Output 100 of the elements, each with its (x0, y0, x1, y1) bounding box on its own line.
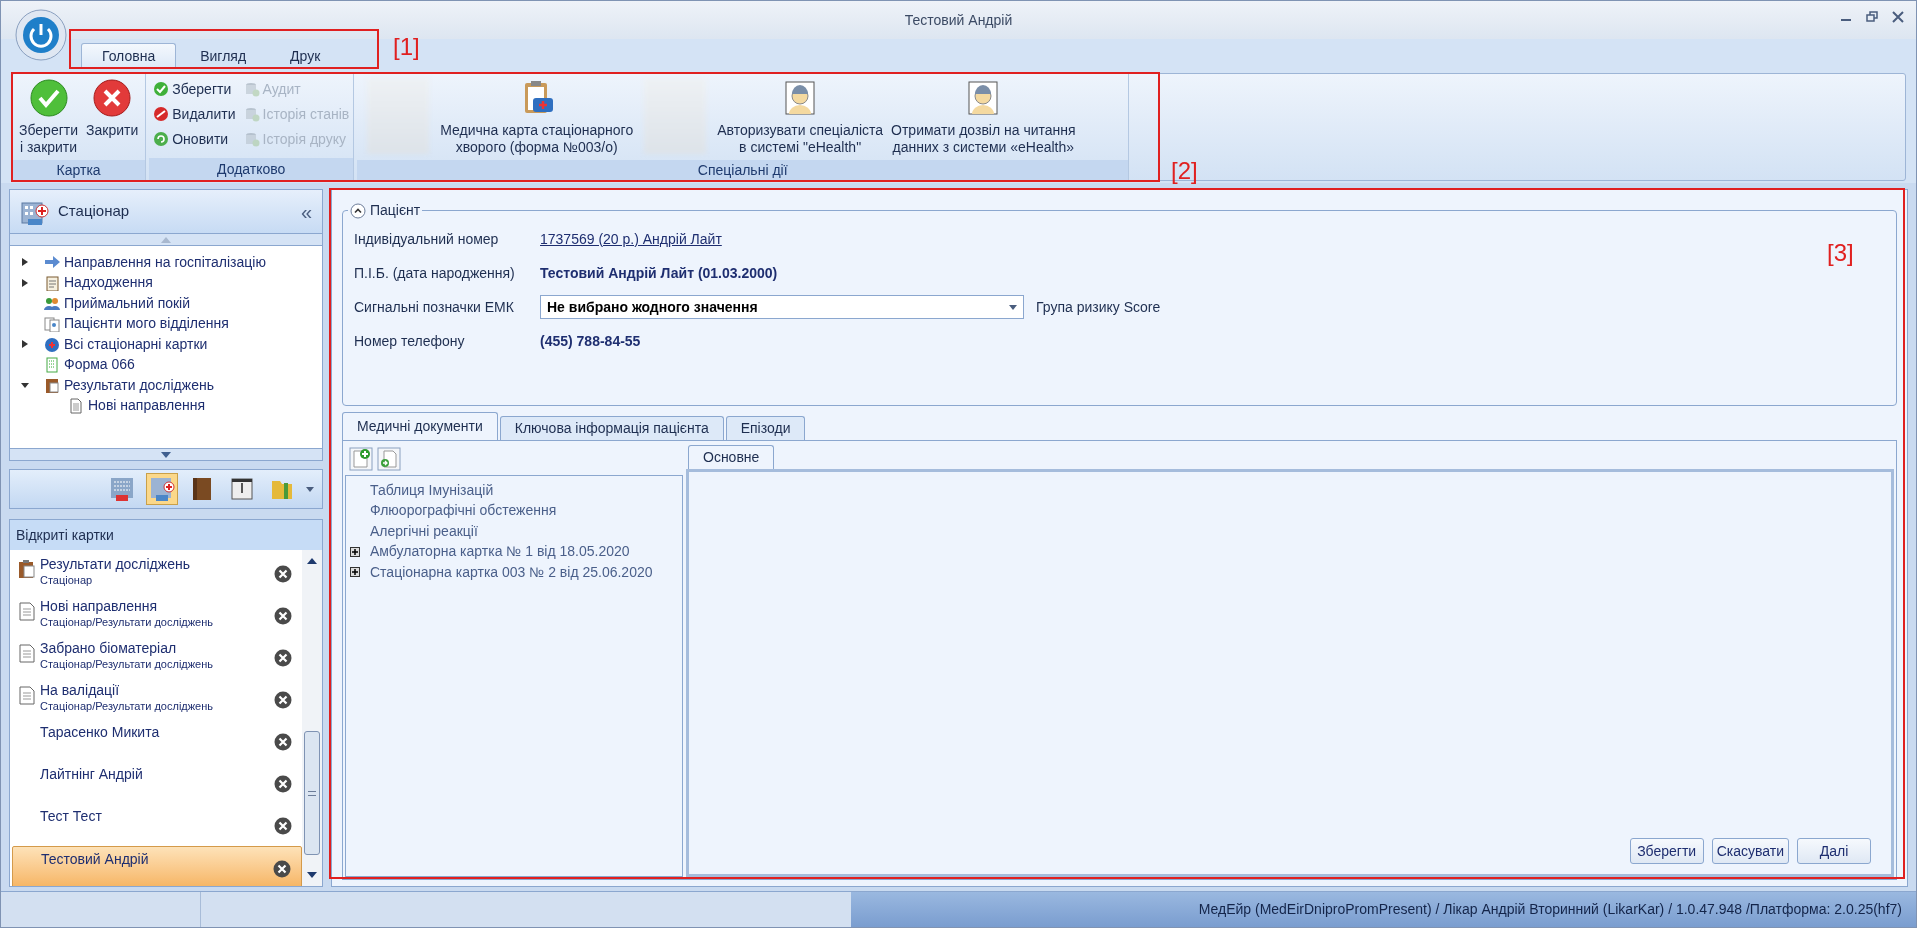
card-title: Тарасенко Микита (40, 723, 161, 741)
field-label: Номер телефону (354, 331, 466, 351)
tree-item[interactable]: Приймальний покій (64, 292, 191, 314)
open-card-item[interactable]: Результати досліджень Стаціонар (12, 552, 302, 594)
scrollbar[interactable] (302, 550, 322, 886)
open-card-item[interactable]: Нові направлення Стаціонар/Результати досліджень (12, 594, 302, 636)
tree-item[interactable]: Таблиця Імунізацій (370, 479, 494, 501)
tree-item[interactable]: Результати досліджень (64, 374, 214, 396)
ribbon-button[interactable]: Зберегти (153, 78, 236, 100)
expander-icon[interactable] (20, 339, 30, 349)
close-icon[interactable] (274, 607, 292, 625)
building-icon (108, 475, 136, 503)
annotation-label: [3] (1827, 241, 1854, 265)
open-card-item[interactable]: Тарасенко Микита (12, 720, 302, 762)
tab[interactable]: Медичні документи (342, 412, 498, 440)
arrow-icon (44, 254, 60, 270)
ribbon-button[interactable]: Авторизувати спеціаліста в системі "eHealth" (714, 78, 887, 160)
scroll-down-icon[interactable] (307, 872, 317, 878)
check-icon (153, 81, 170, 97)
documents-icon (44, 315, 60, 332)
close-icon[interactable] (273, 860, 291, 878)
expander-icon[interactable] (20, 257, 30, 267)
card-title: Лайтнінг Андрій (40, 765, 144, 783)
close-icon[interactable] (274, 817, 292, 835)
tree-item[interactable]: Всі стаціонарні картки (64, 333, 208, 355)
ribbon-tab[interactable]: Друк (270, 43, 341, 69)
card-title: Тестовий Андрій (41, 850, 150, 868)
database-icon (243, 131, 260, 147)
ribbon-button[interactable]: Зберегти і закрити (16, 78, 81, 160)
delete-icon (153, 106, 170, 122)
refresh-icon (153, 131, 170, 147)
import-document-icon[interactable] (377, 447, 401, 471)
scroll-up-icon[interactable] (307, 558, 317, 564)
dropdown-icon[interactable] (306, 486, 314, 492)
expander-icon[interactable] (20, 277, 30, 288)
ribbon-tab[interactable]: Вигляд (180, 43, 267, 69)
tab[interactable]: Ключова інформація пацієнта (499, 416, 724, 440)
ribbon-button[interactable]: Отримати дозвіл на читання данних з системи «eHealth» (888, 78, 1079, 160)
form-button[interactable]: Зберегти (1629, 838, 1704, 864)
close-icon[interactable] (274, 565, 292, 583)
card-title: Тест Тест (40, 807, 103, 825)
tree-item[interactable]: Надходження (64, 272, 153, 293)
ribbon-button[interactable]: Видалити (153, 103, 236, 125)
collapse-button[interactable]: « (300, 196, 312, 227)
tree-item[interactable]: Стаціонарна картка 003 № 2 від 25.06.2020 (370, 561, 653, 583)
check-icon (28, 78, 69, 118)
restore-icon[interactable] (1866, 11, 1878, 23)
dropdown-field[interactable]: Не вибрано жодного значення (540, 295, 1024, 319)
tree-item[interactable]: Амбулаторна картка № 1 від 18.05.2020 (370, 541, 630, 562)
open-card-item[interactable]: На валідації Стаціонар/Результати досліджень (12, 678, 302, 720)
ribbon-button[interactable]: Закрити (83, 78, 142, 160)
document-icon (18, 685, 36, 705)
card-path: Стаціонар/Результати досліджень (40, 699, 215, 713)
form-button[interactable]: Скасувати (1711, 838, 1789, 864)
open-card-item[interactable]: Забрано біоматеріал Стаціонар/Результати досліджень (12, 636, 302, 678)
patient-link[interactable]: 1737569 (20 р.) Андрій Лайт (540, 228, 722, 250)
expander-icon[interactable] (20, 380, 30, 390)
form-button[interactable]: Далі (1797, 838, 1871, 864)
card-path: Стаціонар/Результати досліджень (40, 657, 215, 671)
panel-title: Стаціонар (58, 201, 131, 222)
close-icon[interactable] (274, 649, 292, 667)
ribbon-button[interactable]: Медична карта стаціонарного хворого (форма №003/о) (437, 78, 637, 160)
tree-item[interactable]: Флюорографічні обстеження (370, 500, 557, 521)
tree-item[interactable]: Пацієнти мого відділення (64, 313, 229, 334)
annotation-label: [1] (393, 35, 420, 59)
close-icon[interactable] (1892, 11, 1904, 23)
close-icon[interactable] (274, 733, 292, 751)
ribbon-button[interactable]: Оновити (153, 128, 236, 150)
document-icon (18, 601, 36, 621)
tree-item[interactable]: Алергічні реакції (370, 520, 478, 542)
database-icon (243, 81, 260, 97)
annotation-label: [2] (1171, 159, 1198, 183)
close-icon[interactable] (274, 775, 292, 793)
group-label: Додатково (149, 158, 354, 180)
open-card-item[interactable]: Лайтнінг Андрій (12, 762, 302, 804)
status-text: МедЕйр (MedEirDniproPromPresent) / Лікар Андрій Вторинний (LikarKar) / 1.0.47.948 /Платформа: 2.0.25(hf7) (1198, 900, 1902, 919)
add-document-icon[interactable] (349, 447, 373, 471)
tree-item[interactable]: Форма 066 (64, 354, 135, 375)
expand-icon[interactable] (350, 567, 360, 577)
close-icon[interactable] (274, 691, 292, 709)
open-card-item[interactable]: Тестовий Андрій (12, 846, 302, 886)
field-value: Тестовий Андрій Лайт (01.03.2000) (540, 263, 778, 283)
panel-title: Відкриті картки (16, 525, 114, 545)
clipboard-icon (44, 274, 60, 291)
expand-icon[interactable] (350, 546, 360, 557)
field-label: Індивідуальний номер (354, 229, 500, 249)
cancel-icon (92, 78, 133, 118)
tab[interactable]: Епізоди (725, 416, 806, 440)
field-label: П.І.Б. (дата народження) (354, 263, 516, 283)
dropdown-icon (1009, 304, 1017, 310)
collapse-icon[interactable] (350, 202, 366, 219)
tree-item[interactable]: Направлення на госпіталізацію (64, 251, 266, 273)
window-title: Тестовий Андрій (904, 10, 1013, 30)
tree-item[interactable]: Нові направлення (88, 395, 206, 416)
tab[interactable]: Основне (688, 445, 775, 469)
open-card-item[interactable]: Тест Тест (12, 804, 302, 846)
people-icon (44, 295, 60, 311)
scroll-down-icon[interactable] (161, 451, 171, 458)
ribbon-tab[interactable]: Головна (81, 43, 177, 69)
card-title: Результати досліджень (40, 555, 191, 573)
